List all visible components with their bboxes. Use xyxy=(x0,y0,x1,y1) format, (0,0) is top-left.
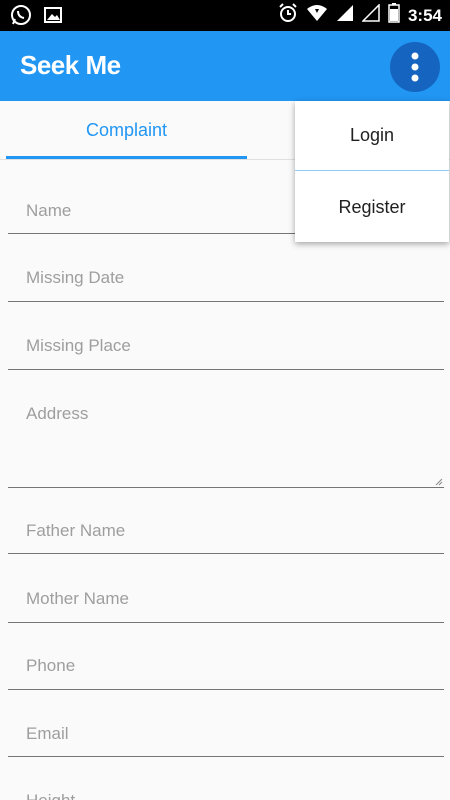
father-name-input[interactable] xyxy=(8,508,444,553)
email-field xyxy=(8,711,444,757)
phone-field xyxy=(8,643,444,690)
status-bar: 3:54 xyxy=(0,0,450,31)
whatsapp-icon xyxy=(10,4,32,31)
missing-place-field xyxy=(8,323,444,370)
menu-item-login[interactable]: Login xyxy=(295,101,449,171)
screen: 3:54 Seek Me Complaint Name Missing Date… xyxy=(0,0,450,800)
wifi-icon xyxy=(306,4,328,27)
more-vert-icon xyxy=(411,52,419,82)
tab-indicator xyxy=(6,156,247,159)
address-field xyxy=(8,392,444,488)
signal-icon xyxy=(336,4,354,27)
mother-name-input[interactable] xyxy=(8,576,444,622)
email-input[interactable] xyxy=(8,711,444,756)
height-field xyxy=(8,778,444,800)
signal-empty-icon xyxy=(361,3,380,27)
app-title: Seek Me xyxy=(20,50,121,80)
app-bar: Seek Me xyxy=(0,31,450,101)
clock-time: 3:54 xyxy=(407,5,442,25)
menu-item-register[interactable]: Register xyxy=(295,172,449,242)
father-name-field xyxy=(8,508,444,554)
image-icon xyxy=(44,7,62,28)
mother-name-field xyxy=(8,576,444,623)
overflow-menu-button[interactable] xyxy=(390,42,440,92)
tab-complaint[interactable]: Complaint xyxy=(6,101,247,159)
address-textarea[interactable] xyxy=(8,392,444,487)
missing-date-input[interactable] xyxy=(8,255,444,301)
resize-grip-icon[interactable] xyxy=(435,478,443,486)
missing-date-field xyxy=(8,255,444,302)
missing-place-input[interactable] xyxy=(8,323,444,369)
height-input[interactable] xyxy=(8,778,444,800)
overflow-menu: Login Register xyxy=(295,101,449,242)
battery-icon xyxy=(388,3,400,28)
alarm-icon xyxy=(278,3,298,28)
phone-input[interactable] xyxy=(8,643,444,689)
